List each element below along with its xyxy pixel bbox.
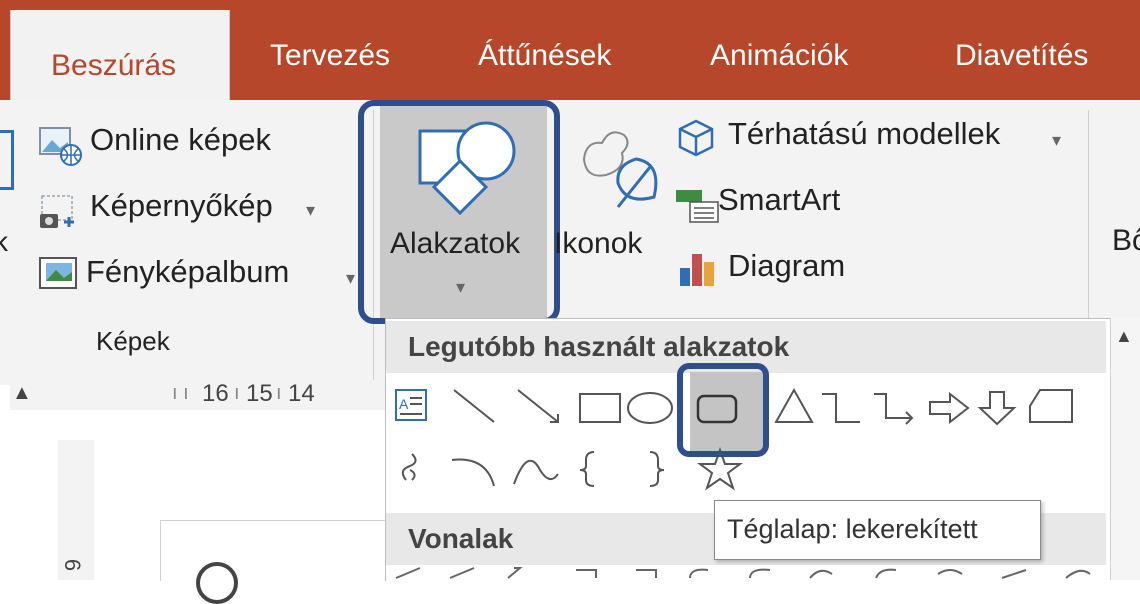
tab-animations[interactable]: Animációk [710, 26, 848, 86]
screenshot-label: Képernyőkép [90, 188, 273, 223]
smartart-button[interactable]: SmartArt [676, 182, 876, 228]
line-shape[interactable] [453, 389, 495, 423]
lines-row [395, 567, 1091, 579]
tab-slideshow[interactable]: Diavetítés [955, 26, 1088, 86]
chart-button[interactable]: Diagram [676, 246, 876, 292]
chevron-down-icon: ▾ [1052, 130, 1062, 150]
photo-album-button[interactable]: Fényképalbum ▾ [38, 250, 368, 296]
arrow-line-shape[interactable] [517, 389, 559, 423]
rectangle-shape[interactable] [579, 393, 621, 423]
ruler: ▲ ı ı 16 ı 15 ı 14 [10, 380, 385, 410]
chevron-down-icon: ▾ [306, 200, 316, 220]
tab-insert-label: Beszúrás [51, 49, 177, 82]
gallery-scrollbar[interactable]: ▲ [1110, 318, 1140, 580]
online-images-icon [39, 127, 82, 166]
images-group-label: Képek [96, 326, 170, 356]
cut-off-group-label: Bő [1112, 224, 1140, 257]
elbow-arrow-connector-shape[interactable] [874, 393, 914, 425]
smartart-label: SmartArt [718, 182, 841, 217]
placeholder-circle [196, 562, 238, 604]
svg-text:A: A [399, 396, 409, 412]
screenshot-icon [40, 195, 74, 228]
group-divider [1088, 110, 1089, 320]
bar-chart-icon [680, 254, 714, 286]
leaf-bird-icon [582, 131, 658, 208]
curve-shape[interactable] [513, 459, 559, 485]
triangle-shape[interactable] [774, 387, 814, 423]
photo-album-icon [39, 257, 77, 289]
photo-album-label: Fényképalbum [86, 254, 290, 289]
3d-models-button[interactable]: Térhatású modellek ▾ [676, 116, 1076, 162]
cube-icon [678, 119, 714, 157]
screenshot-button[interactable]: Képernyőkép ▾ [38, 186, 358, 232]
3d-models-label: Térhatású modellek [728, 116, 1001, 151]
ruler-tick: ı [234, 382, 240, 404]
tab-design[interactable]: Tervezés [270, 26, 390, 86]
cut-off-icon [0, 130, 14, 190]
ruler-number: 15 [246, 380, 273, 407]
elbow-connector-shape[interactable] [822, 393, 860, 423]
scroll-up-icon[interactable]: ▲ [1115, 326, 1133, 347]
oval-shape[interactable] [627, 392, 673, 424]
tab-insert[interactable]: Beszúrás [10, 10, 230, 102]
tooltip-label: Téglalap: lekerekített [727, 514, 978, 544]
left-brace-shape[interactable] [579, 451, 595, 487]
tab-transitions[interactable]: Áttűnések [478, 26, 611, 86]
slide-canvas[interactable] [160, 520, 386, 581]
rounded-rectangle-highlight-outline [677, 363, 769, 457]
smartart-icon [676, 190, 719, 223]
recent-shapes-header-label: Legutóbb használt alakzatok [408, 331, 790, 362]
snip-rectangle-shape[interactable] [1029, 389, 1073, 423]
ruler-number: 6 [60, 558, 86, 572]
ruler-number: 14 [288, 380, 315, 407]
lines-header-label: Vonalak [408, 523, 514, 554]
vertical-ruler: 6 [58, 440, 94, 580]
online-images-button[interactable]: Online képek [38, 122, 358, 168]
shapes-highlight-outline [358, 100, 560, 324]
tooltip: Téglalap: lekerekített [714, 500, 1041, 560]
arc-shape[interactable] [451, 458, 495, 487]
scroll-up-icon[interactable]: ▲ [12, 382, 32, 405]
cut-off-label: k [0, 226, 8, 257]
down-arrow-shape[interactable] [977, 391, 1017, 426]
text-box-shape[interactable]: A [395, 389, 427, 421]
ribbon-tab-bar: Beszúrás Tervezés Áttűnések Animációk Di… [0, 0, 1140, 102]
chevron-down-icon: ▾ [346, 268, 356, 288]
icons-label: Ikonok [554, 227, 643, 260]
right-brace-shape[interactable] [649, 451, 665, 487]
icons-button[interactable]: Ikonok [548, 105, 666, 318]
ruler-tick: ı ı [172, 382, 189, 404]
ruler-number: 16 [202, 380, 229, 407]
chart-label: Diagram [728, 248, 846, 283]
online-images-label: Online képek [90, 122, 271, 157]
scribble-shape[interactable] [401, 453, 417, 481]
ruler-tick: ı [276, 382, 282, 404]
right-arrow-shape[interactable] [929, 391, 970, 425]
